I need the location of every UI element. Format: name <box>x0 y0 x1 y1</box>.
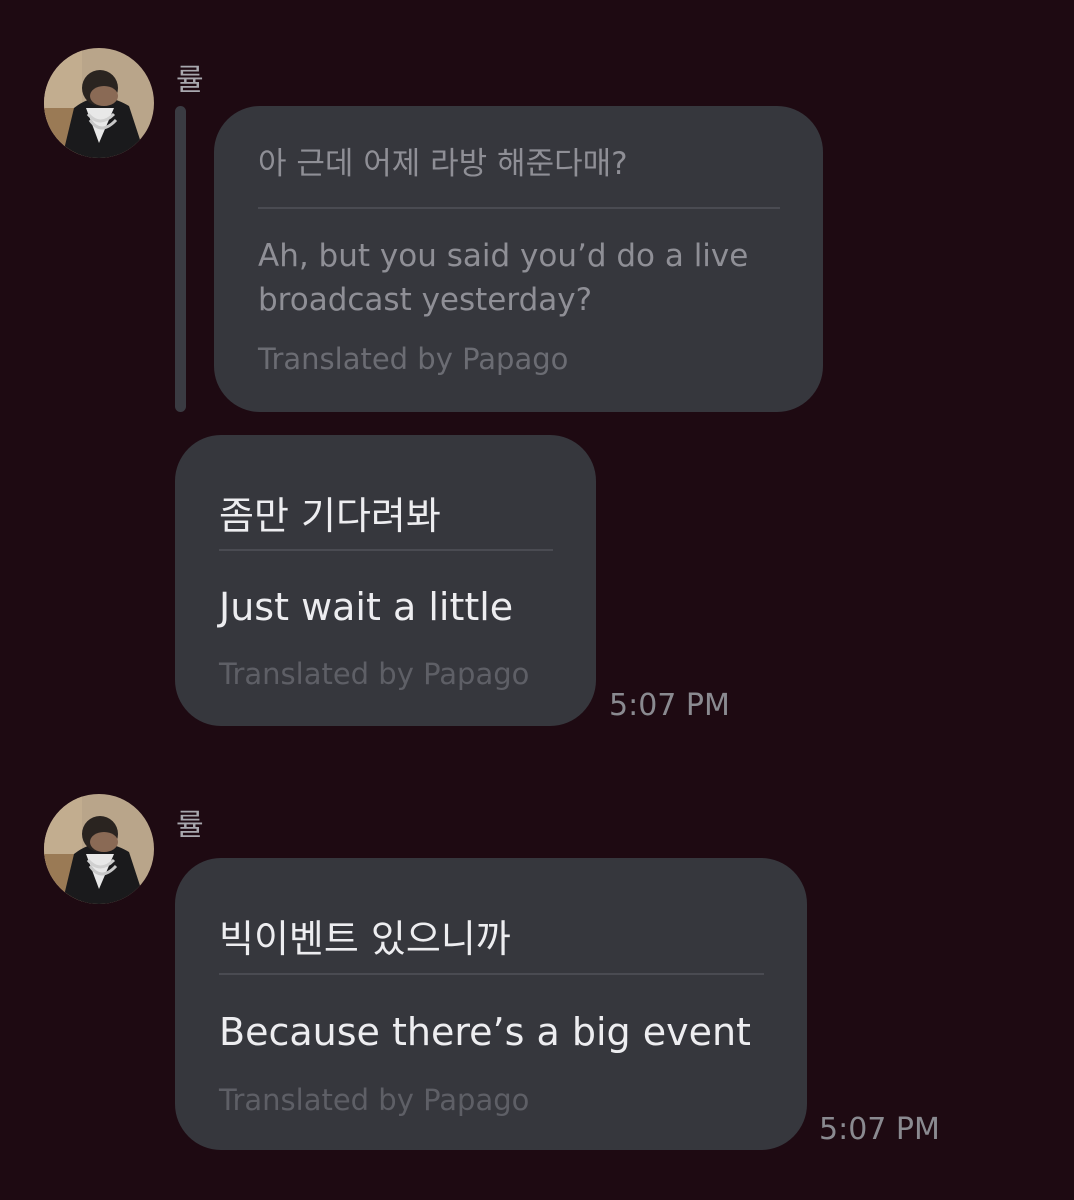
message-bubble[interactable]: 좀만 기다려봐 Just wait a little Translated by… <box>175 435 596 726</box>
quoted-original-text: 아 근데 어제 라방 해준다매? <box>258 146 628 182</box>
quoted-message-bubble[interactable]: 아 근데 어제 라방 해준다매? Ah, but you said you’d … <box>214 106 823 412</box>
translation-divider <box>258 207 780 209</box>
translation-credit: Translated by Papago <box>219 657 530 691</box>
translation-divider <box>219 549 553 551</box>
sender-avatar[interactable] <box>44 794 154 904</box>
translation-divider <box>219 973 764 975</box>
translation-credit: Translated by Papago <box>258 342 569 376</box>
sender-name: 률 <box>176 808 204 843</box>
translation-credit: Translated by Papago <box>219 1083 530 1117</box>
message-timestamp: 5:07 PM <box>819 1112 940 1147</box>
message-bubble[interactable]: 빅이벤트 있으니까 Because there’s a big event Tr… <box>175 858 807 1150</box>
reply-indicator-bar <box>175 106 186 412</box>
quoted-translated-text: Ah, but you said you’d do a live broadca… <box>258 238 749 318</box>
message-translated-text: Just wait a little <box>219 585 514 629</box>
message-original-text: 좀만 기다려봐 <box>219 494 441 538</box>
message-original-text: 빅이벤트 있으니까 <box>219 917 511 961</box>
message-timestamp: 5:07 PM <box>609 688 730 723</box>
message-translated-text: Because there’s a big event <box>219 1010 751 1054</box>
sender-name: 률 <box>176 63 204 98</box>
sender-avatar[interactable] <box>44 48 154 158</box>
